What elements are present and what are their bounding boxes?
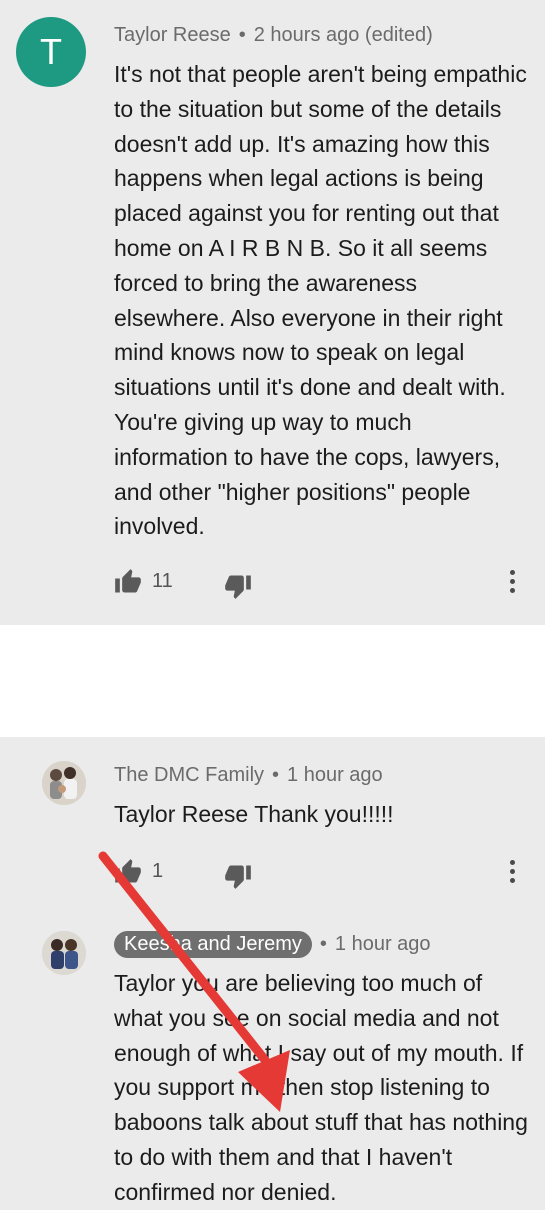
thumbs-down-icon[interactable] [224, 572, 252, 600]
thumbs-up-icon[interactable] [114, 858, 142, 886]
comment-text: Taylor you are believing too much of wha… [114, 970, 528, 1205]
timestamp: 1 hour ago [287, 764, 383, 786]
meta-separator: • [319, 933, 327, 955]
like-count: 1 [152, 860, 164, 882]
section-divider [0, 625, 545, 737]
timestamp: 2 hours ago (edited) [253, 24, 433, 46]
avatar-letter: T [40, 31, 62, 72]
more-vertical-icon[interactable] [508, 860, 516, 886]
author-name[interactable]: Taylor Reese [114, 24, 231, 46]
comment-meta: Taylor Reese • 2 hours ago (edited) [114, 24, 433, 47]
family-photo-icon [42, 761, 86, 805]
author-name[interactable]: The DMC Family [114, 764, 264, 786]
timestamp: 1 hour ago [334, 933, 431, 955]
like-count: 11 [152, 570, 173, 592]
comment-meta: Keesha and Jeremy • 1 hour ago [114, 931, 431, 958]
couple-photo-icon [42, 931, 86, 975]
avatar[interactable]: T [16, 17, 86, 87]
comment-actions: 1 [114, 858, 534, 890]
thumbs-up-icon[interactable] [114, 568, 142, 596]
avatar[interactable] [42, 931, 86, 975]
meta-separator: • [272, 764, 280, 786]
avatar[interactable] [42, 761, 86, 805]
comment-actions: 11 [114, 568, 534, 600]
comment-meta: The DMC Family • 1 hour ago [114, 764, 383, 787]
more-vertical-icon[interactable] [508, 570, 516, 596]
comment-text: Taylor Reese Thank you!!!!! [114, 801, 394, 827]
comment-text: It's not that people aren't being empath… [114, 61, 527, 540]
meta-separator: • [238, 24, 246, 46]
thumbs-down-icon[interactable] [224, 862, 252, 890]
channel-owner-badge[interactable]: Keesha and Jeremy [114, 931, 312, 958]
